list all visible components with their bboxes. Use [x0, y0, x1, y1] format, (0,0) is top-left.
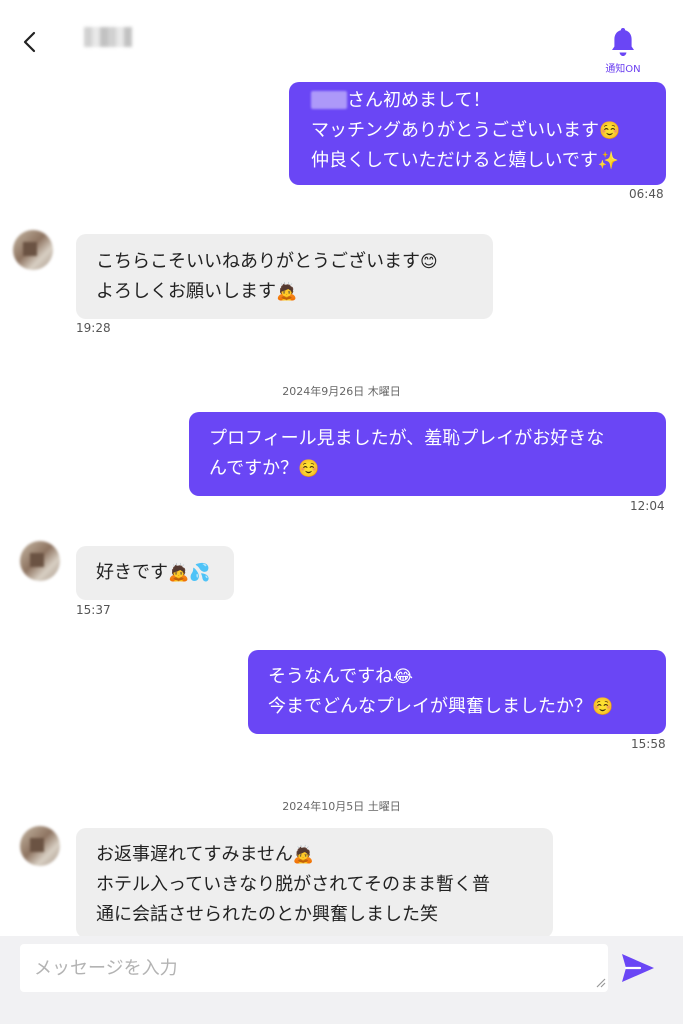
outgoing-message: そうなんですね😂 今までどんなプレイが興奮しましたか？☺️	[248, 650, 666, 734]
message-timestamp: 12:04	[630, 499, 665, 513]
message-line: よろしくお願いします🙇	[96, 281, 298, 302]
message-line: お返事遅れてすみません🙇	[96, 844, 315, 865]
message-input[interactable]	[20, 944, 608, 992]
avatar[interactable]	[20, 541, 60, 581]
back-button[interactable]	[14, 26, 46, 58]
incoming-message: こちらこそいいねありがとうございます😊 よろしくお願いします🙇	[76, 234, 493, 319]
message-line: プロフィール見ましたが、羞恥プレイがお好きな	[209, 428, 605, 449]
message-composer	[0, 936, 683, 1024]
incoming-message: お返事遅れてすみません🙇 ホテル入っていきなり脱がされてそのまま暫く普 通に会話…	[76, 828, 553, 938]
chevron-left-icon	[23, 31, 36, 53]
smiling-face-icon: ☺️	[592, 697, 614, 717]
contact-name-redacted	[84, 27, 132, 47]
avatar[interactable]	[13, 230, 53, 270]
outgoing-message: さん初めまして！ マッチングありがとうございいます☺️ 仲良くしていただけると嬉…	[289, 82, 666, 185]
message-line: 通に会話させられたのとか興奮しました笑	[96, 904, 438, 925]
send-button[interactable]	[618, 950, 658, 986]
bowing-sweat-icon: 🙇💦	[168, 563, 211, 583]
message-timestamp: 19:28	[76, 321, 111, 335]
message-line: こちらこそいいねありがとうございます😊	[96, 251, 438, 272]
bell-icon	[612, 28, 634, 56]
laughing-face-icon: 😂	[393, 667, 413, 687]
smiling-face-icon: ☺️	[298, 459, 320, 479]
message-line: そうなんですね😂	[268, 666, 413, 687]
message-line: 仲良くしていただけると嬉しいです✨	[311, 150, 620, 171]
date-separator: 2024年9月26日 木曜日	[282, 385, 401, 398]
date-separator: 2024年10月5日 土曜日	[282, 800, 401, 813]
message-timestamp: 06:48	[629, 187, 664, 201]
smiling-face-icon: 😊	[420, 252, 438, 272]
notification-toggle[interactable]: 通知ON	[596, 26, 650, 78]
smiling-face-icon: ☺️	[599, 121, 621, 141]
message-line: んですか？☺️	[209, 458, 320, 479]
message-line: さん初めまして！	[311, 86, 666, 116]
message-line: 今までどんなプレイが興奮しましたか？☺️	[268, 696, 614, 717]
outgoing-message: プロフィール見ましたが、羞恥プレイがお好きな んですか？☺️	[189, 412, 666, 496]
send-icon	[622, 954, 654, 982]
message-line: マッチングありがとうございいます☺️	[311, 120, 621, 141]
message-timestamp: 15:37	[76, 603, 111, 617]
chat-header: 通知ON	[0, 0, 683, 84]
notification-status-label: 通知ON	[605, 64, 641, 75]
resize-handle-icon[interactable]	[594, 976, 606, 988]
message-line: 好きです🙇💦	[96, 562, 211, 583]
message-line: ホテル入っていきなり脱がされてそのまま暫く普	[96, 874, 491, 895]
bowing-person-icon: 🙇	[292, 845, 315, 865]
avatar[interactable]	[20, 826, 60, 866]
bowing-person-icon: 🙇	[276, 282, 298, 302]
message-timestamp: 15:58	[631, 737, 666, 751]
sparkles-icon: ✨	[597, 151, 620, 171]
incoming-message: 好きです🙇💦	[76, 546, 234, 600]
redacted-name	[311, 91, 347, 109]
